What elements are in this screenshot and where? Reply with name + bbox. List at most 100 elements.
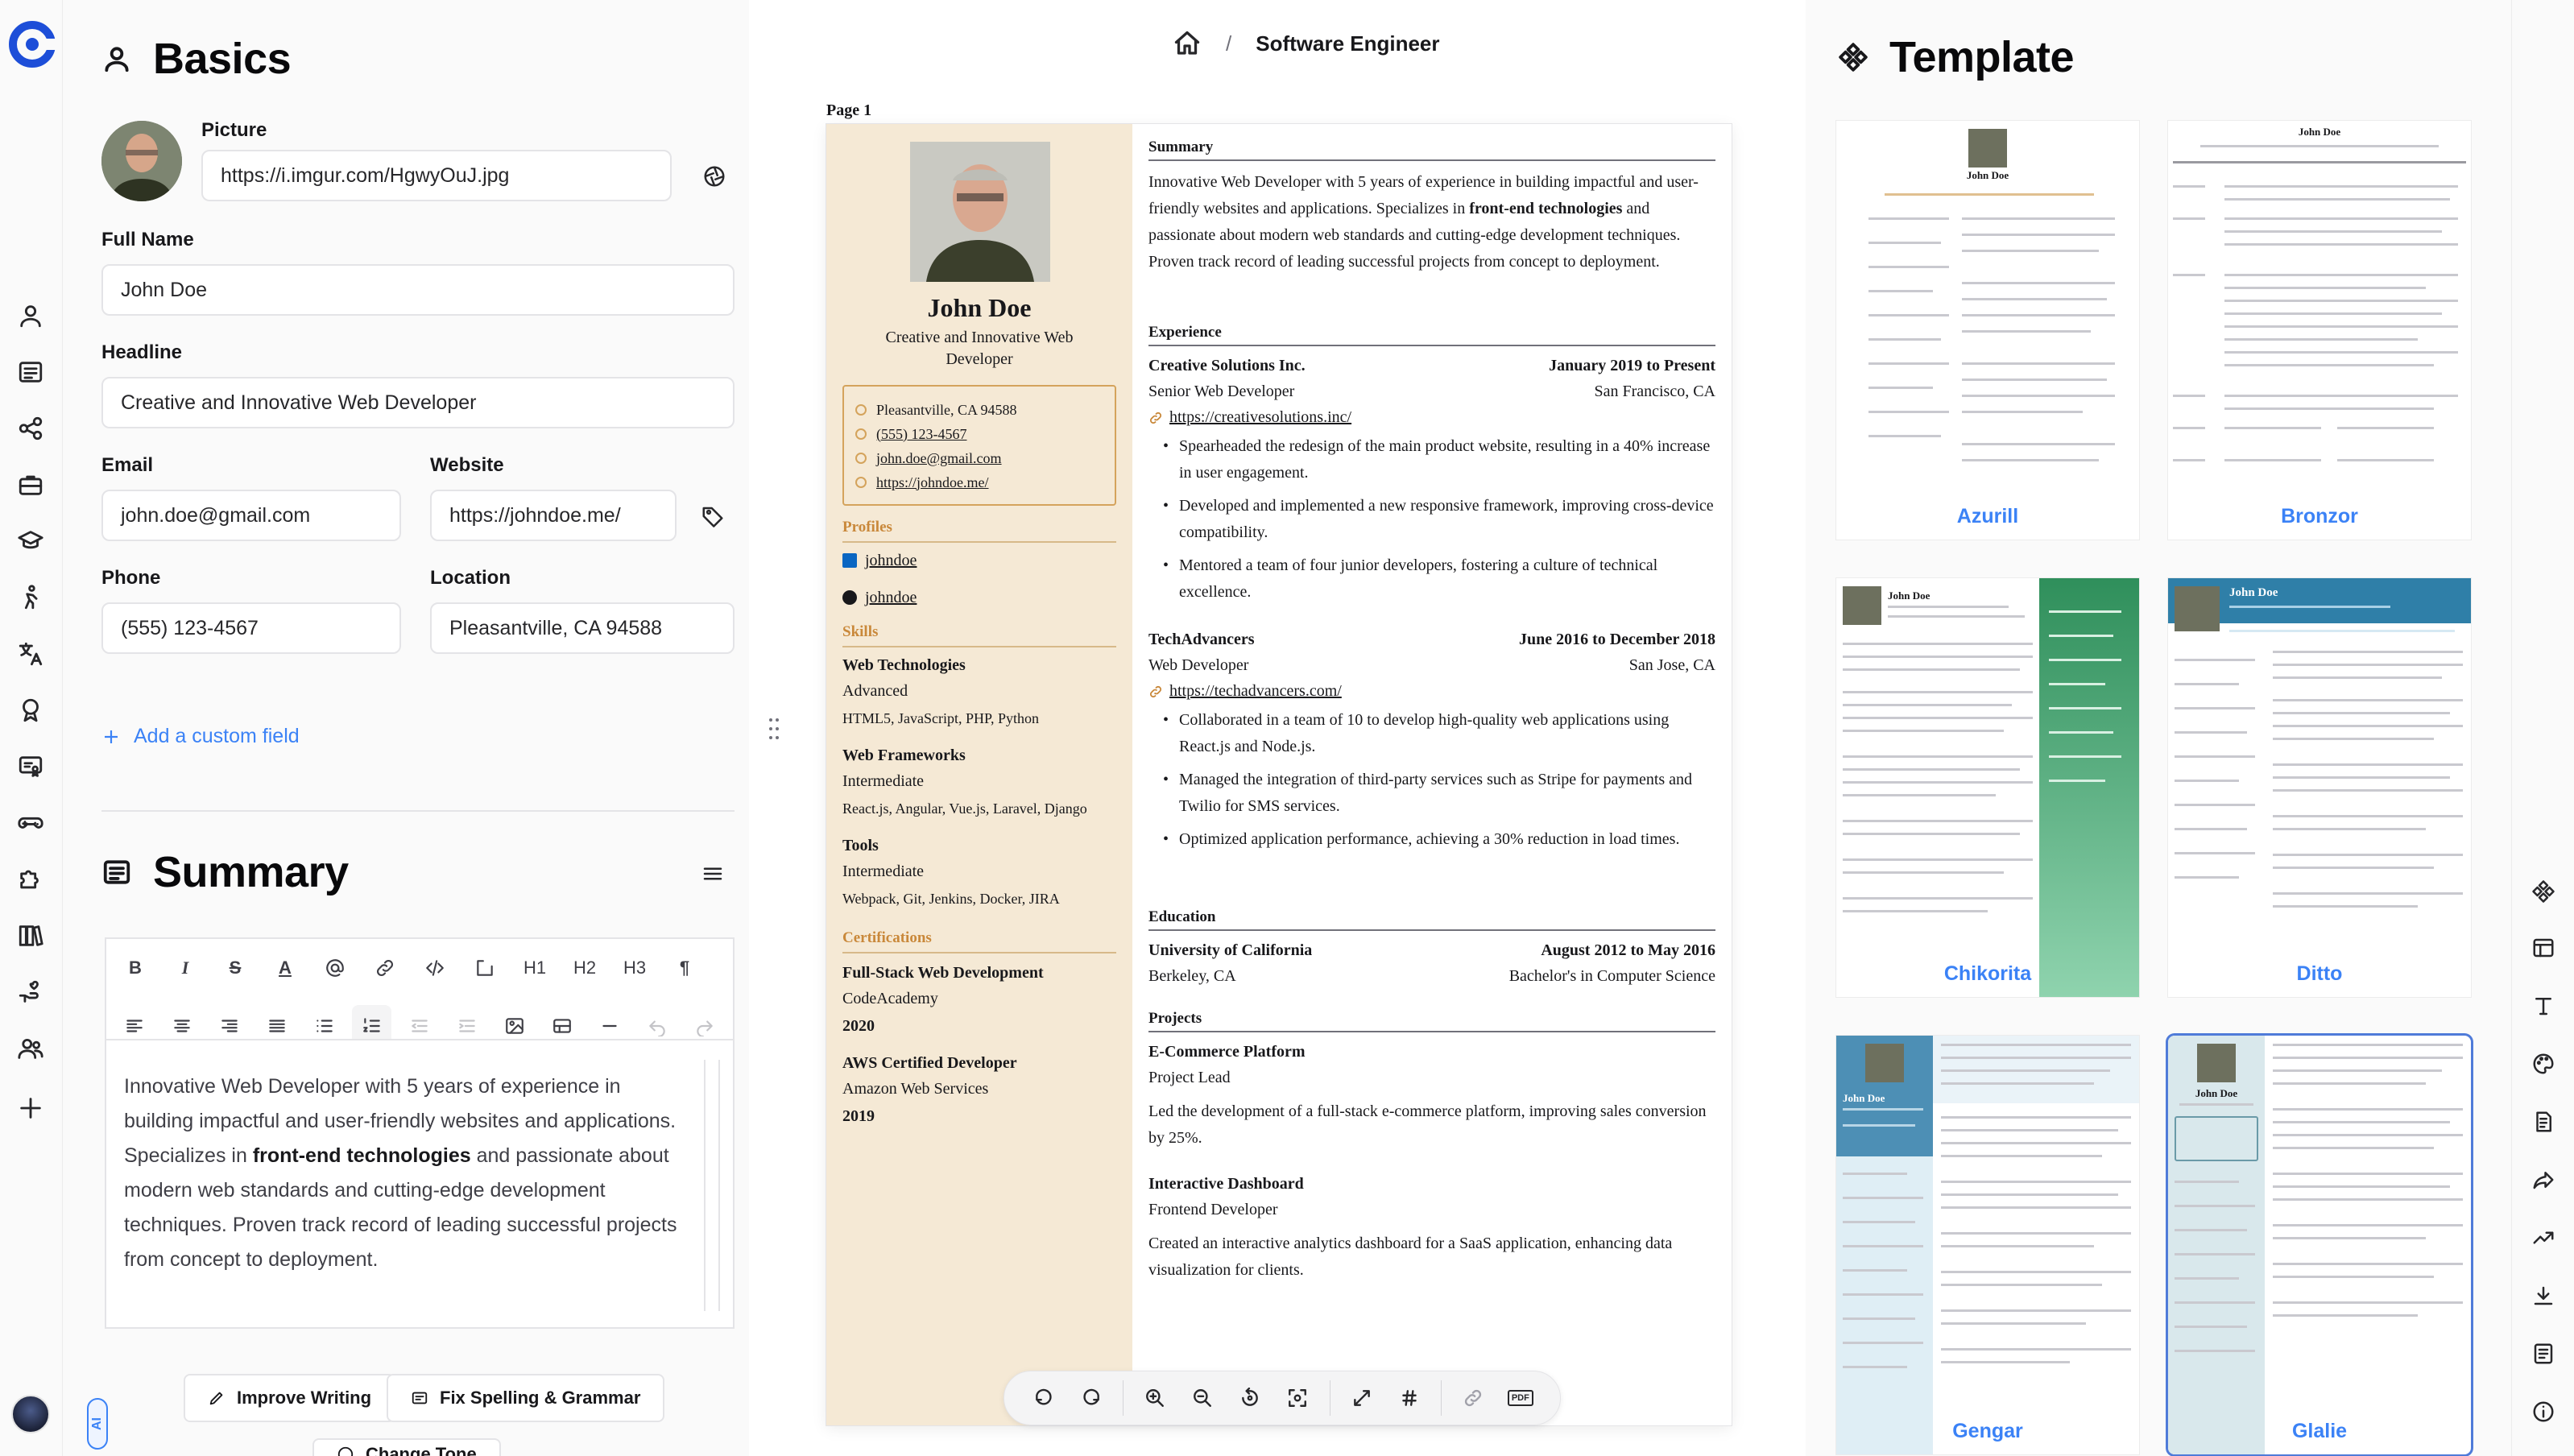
redo-icon [1083,1388,1099,1405]
fix-spelling-label: Fix Spelling & Grammar [440,1388,641,1408]
right-sidebar [2511,0,2574,1456]
template-card-azurill[interactable]: John Doe Azurill [1836,121,2139,540]
app-logo-icon[interactable] [8,18,56,71]
hash-icon [1401,1390,1417,1406]
contact-website[interactable]: https://johndoe.me/ [855,470,1115,494]
profile-github[interactable]: johndoe [842,586,917,609]
rail-volunteering-icon[interactable] [14,976,47,1008]
thumb-name: John Doe [1843,1092,1885,1104]
rail-certifications-icon[interactable] [14,751,47,783]
rail-profiles-share-icon[interactable] [14,412,47,445]
certifications-heading: Certifications [842,929,1116,953]
profile-picture[interactable] [101,121,182,201]
rail-awards-icon[interactable] [14,694,47,726]
link-button[interactable] [364,947,406,989]
center-artboard-button[interactable] [1281,1382,1314,1414]
redo-preview-button[interactable] [1075,1382,1107,1414]
rail-notes-icon[interactable] [2528,1338,2559,1369]
location-input[interactable]: Pleasantville, CA 94588 [430,602,735,654]
change-tone-button[interactable]: Change Tone [312,1438,501,1456]
template-card-gengar[interactable]: John Doe Gengar [1836,1036,2139,1454]
full-name-label: Full Name [101,229,194,250]
heading-1-button[interactable]: H1 [514,947,556,989]
palette-icon [337,1446,354,1456]
heading-2-button[interactable]: H2 [564,947,606,989]
rail-languages-icon[interactable] [14,638,47,670]
headline-input[interactable]: Creative and Innovative Web Developer [101,377,735,428]
summary-editor[interactable]: Innovative Web Developer with 5 years of… [105,1039,735,1329]
rail-theme-palette-icon[interactable] [2528,1049,2559,1079]
rail-layout-icon[interactable] [2528,933,2559,963]
rail-template-icon[interactable] [2528,876,2559,907]
rail-basics-user-icon[interactable] [14,300,47,332]
rail-summary-icon[interactable] [14,356,47,388]
certification-name: Full-Stack Web Development [842,964,1044,982]
left-resize-handle-icon[interactable] [768,717,780,741]
rail-export-download-icon[interactable] [2528,1280,2559,1311]
code-block-button[interactable] [464,947,506,989]
rail-experience-briefcase-icon[interactable] [14,469,47,501]
rail-add-section-plus-icon[interactable] [14,1092,47,1124]
improve-writing-button[interactable]: Improve Writing [184,1374,396,1422]
reset-zoom-button[interactable] [1234,1382,1266,1414]
rail-publications-books-icon[interactable] [14,920,47,952]
rail-projects-puzzle-icon[interactable] [14,863,47,896]
summary-icon [103,860,130,884]
undo-preview-button[interactable] [1028,1382,1060,1414]
editor-scrollbar[interactable] [704,1060,720,1311]
rail-references-users-icon[interactable] [14,1032,47,1065]
rail-page-icon[interactable] [2528,1106,2559,1137]
copy-link-button[interactable] [1457,1382,1489,1414]
download-pdf-button[interactable]: PDF [1504,1382,1537,1414]
experience-position: Senior Web Developer [1148,383,1295,400]
user-avatar[interactable] [11,1395,50,1433]
phone-input[interactable]: (555) 123-4567 [101,602,401,654]
underline-button[interactable]: A [264,947,306,989]
rail-education-cap-icon[interactable] [14,525,47,557]
strikethrough-button[interactable]: S [214,947,256,989]
education-header: University of California August 2012 to M… [1148,937,1715,964]
experience-location: San Jose, CA [1628,656,1715,674]
skill-level: Intermediate [842,772,925,790]
profile-linkedin[interactable]: johndoe [842,549,917,572]
toggle-page-break-button[interactable] [1346,1382,1378,1414]
email-input[interactable]: john.doe@gmail.com [101,490,401,541]
template-card-glalie[interactable]: John Doe Glalie [2168,1036,2471,1454]
align-left-icon [126,1020,143,1032]
rail-typography-icon[interactable] [2528,991,2559,1021]
contact-email[interactable]: john.doe@gmail.com [855,446,1115,470]
ai-toggle[interactable]: AI [87,1398,108,1450]
rail-interests-gamepad-icon[interactable] [14,807,47,839]
template-card-ditto[interactable]: John Doe Ditto [2168,578,2471,997]
full-name-input[interactable]: John Doe [101,264,735,316]
template-card-chikorita[interactable]: John Doe Chikorita [1836,578,2139,997]
toggle-page-numbers-button[interactable] [1393,1382,1426,1414]
rail-statistics-icon[interactable] [2528,1222,2559,1253]
contact-phone[interactable]: (555) 123-4567 [855,422,1115,446]
website-label-tag-icon[interactable] [701,504,725,528]
zoom-in-button[interactable] [1139,1382,1171,1414]
add-custom-field-button[interactable]: Add a custom field [101,725,300,748]
website-input[interactable]: https://johndoe.me/ [430,490,677,541]
paragraph-button[interactable]: ¶ [664,947,706,989]
picture-url-input[interactable]: https://i.imgur.com/HgwyOuJ.jpg [201,150,672,201]
rail-information-icon[interactable] [2528,1396,2559,1427]
home-icon[interactable] [1173,29,1202,58]
heading-3-button[interactable]: H3 [614,947,656,989]
experience-url[interactable]: https://techadvancers.com/ [1148,678,1342,705]
rail-skills-icon[interactable] [14,581,47,614]
template-card-bronzor[interactable]: John Doe Bronzor [2168,121,2471,540]
link-icon [1464,1389,1481,1407]
highlight-button[interactable] [314,947,356,989]
template-name: Gengar [1952,1420,2023,1442]
picture-settings-aperture-icon[interactable] [702,164,726,188]
fix-spelling-button[interactable]: Fix Spelling & Grammar [387,1374,665,1422]
italic-button[interactable]: I [164,947,206,989]
experience-url[interactable]: https://creativesolutions.inc/ [1148,404,1351,431]
zoom-out-icon [1194,1389,1212,1407]
rail-sharing-icon[interactable] [2528,1164,2559,1195]
bold-button[interactable]: B [114,947,156,989]
summary-menu-icon[interactable] [701,862,725,886]
code-button[interactable] [414,947,456,989]
zoom-out-button[interactable] [1186,1382,1219,1414]
